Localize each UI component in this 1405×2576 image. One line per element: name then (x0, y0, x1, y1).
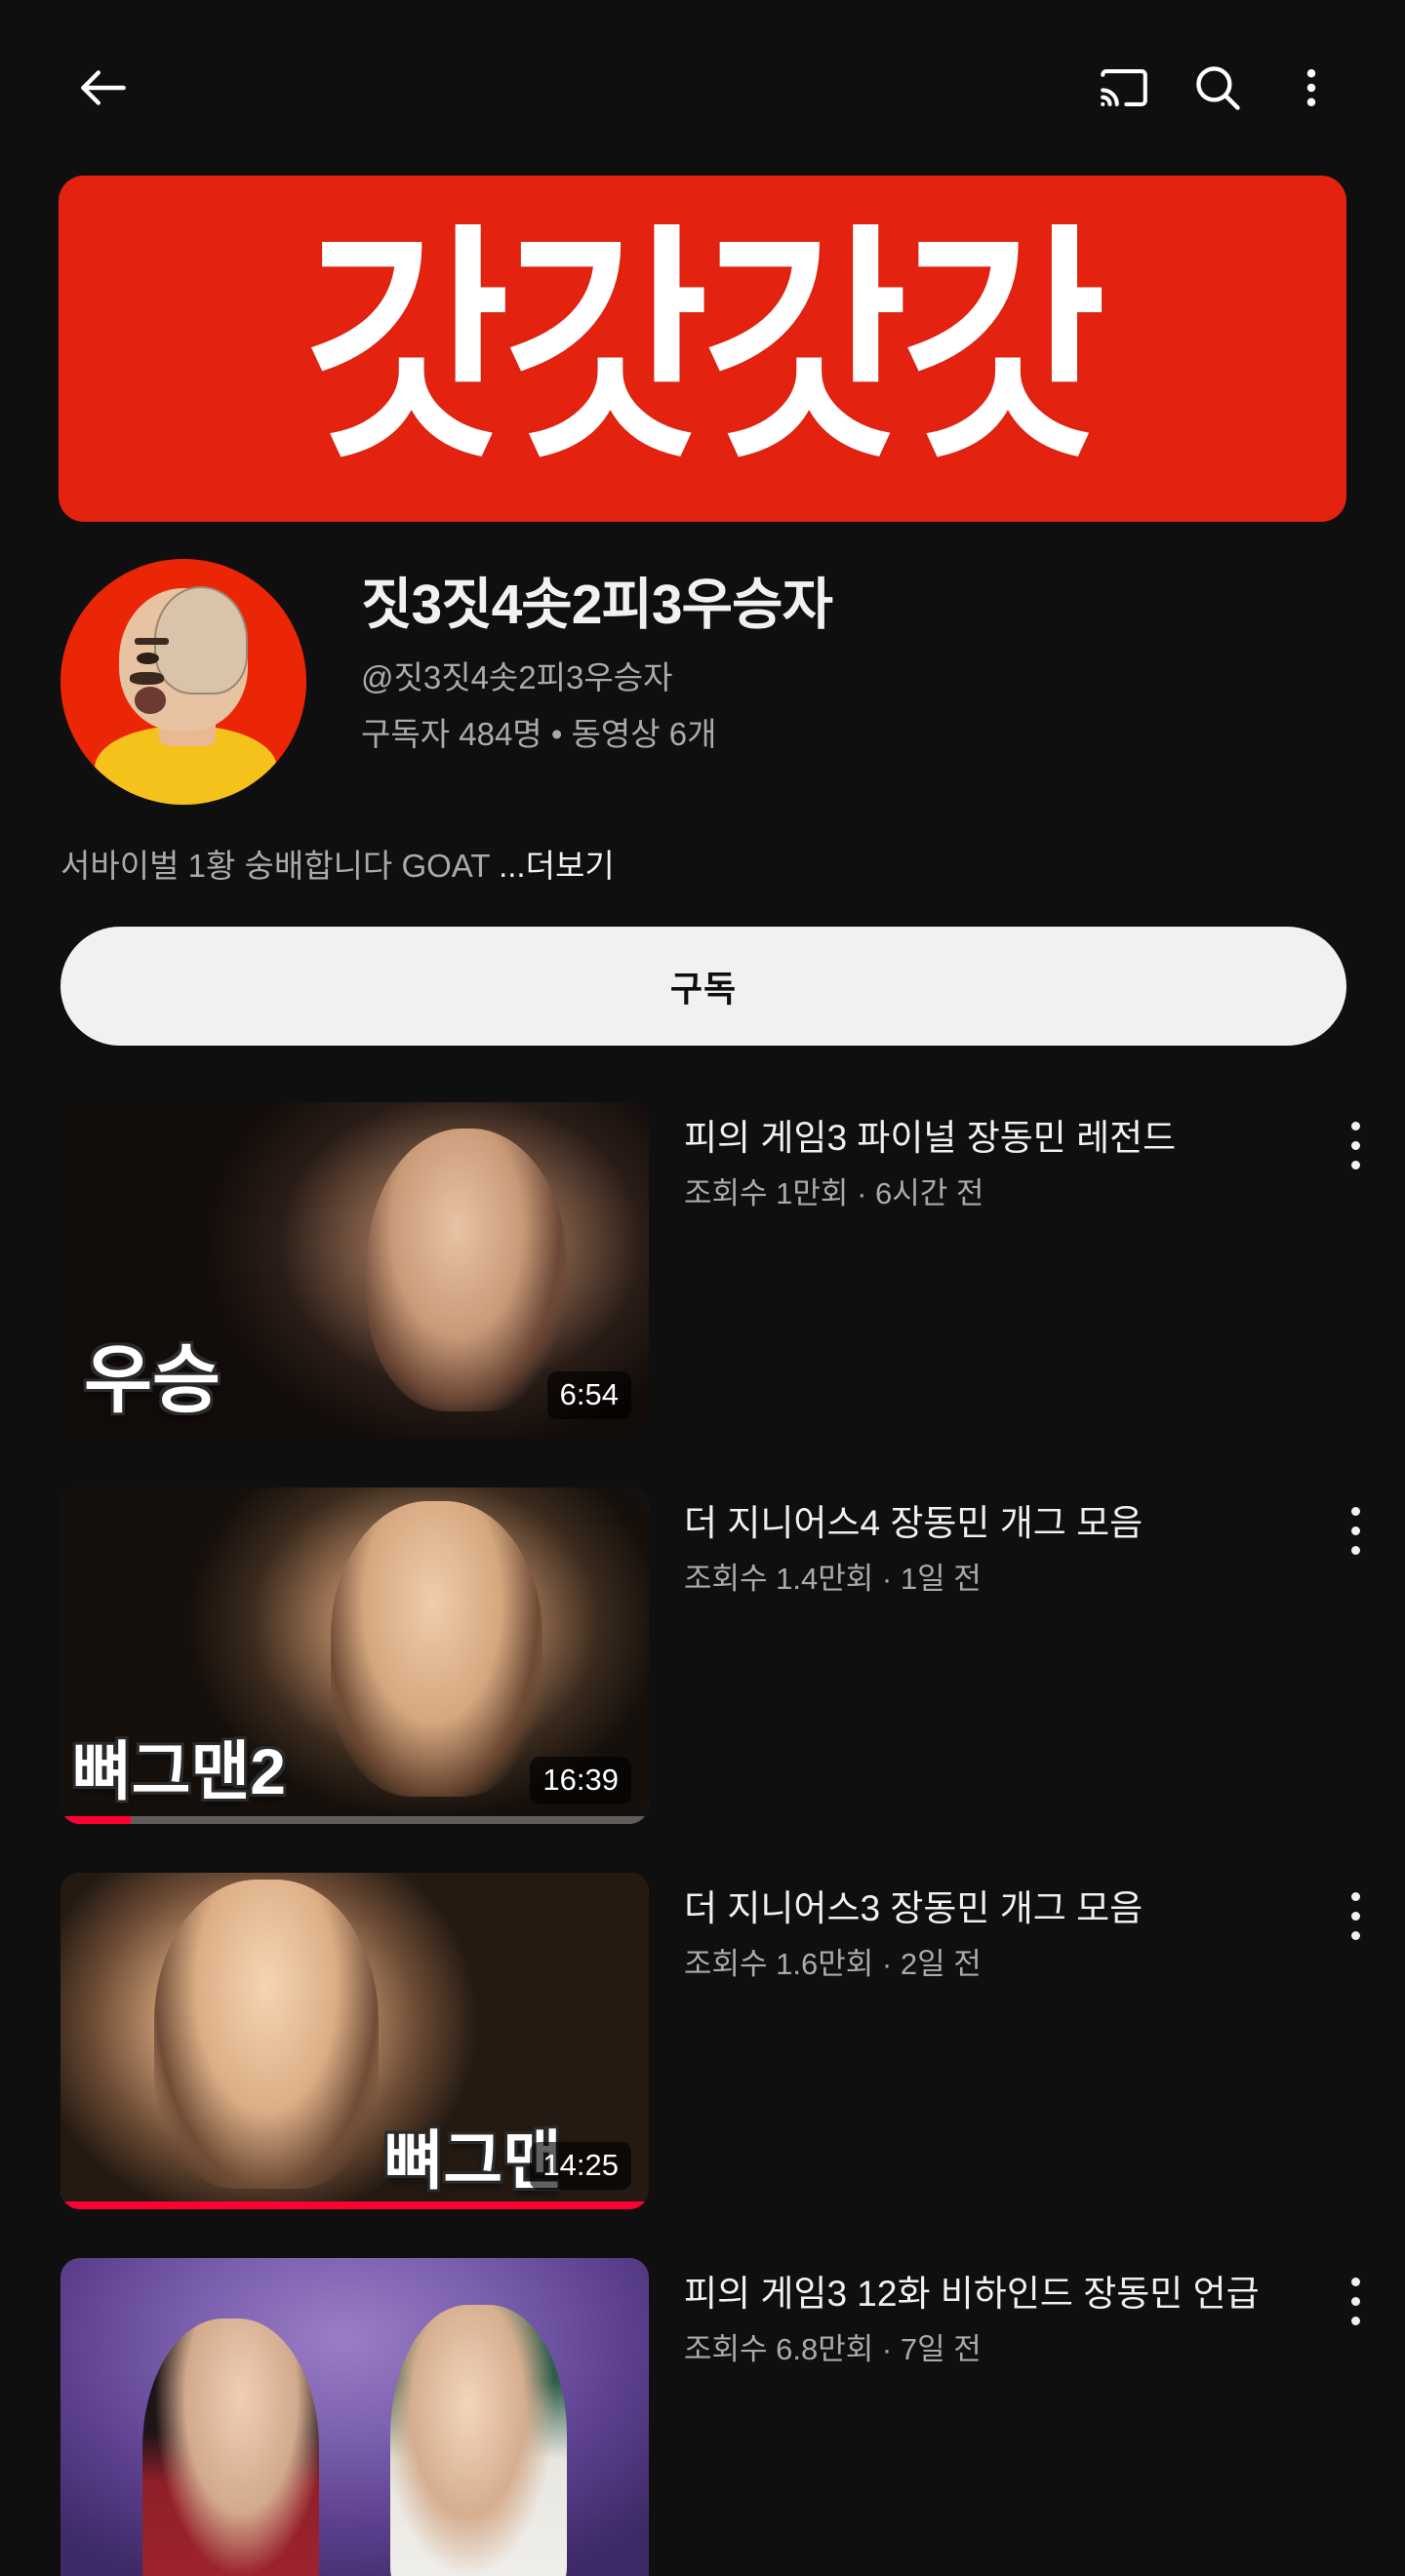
video-thumbnail[interactable]: 뼈그맨2 16:39 (60, 1486, 649, 1824)
video-title[interactable]: 피의 게임3 파이널 장동민 레전드 (684, 1114, 1405, 1163)
more-vertical-icon (1350, 1892, 1360, 1902)
watch-progress-fill (60, 2200, 649, 2209)
avatar[interactable] (60, 559, 306, 805)
more-vertical-icon (1350, 2278, 1360, 2287)
video-metadata: 조회수 1.6만회 · 2일 전 (684, 1947, 982, 1982)
watch-progress-fill (60, 1815, 132, 1824)
avatar-eyebrow (134, 637, 169, 646)
channel-description-row[interactable]: 서바이벌 1황 숭배합니다 GOAT ...더보기 (0, 805, 1405, 888)
back-arrow-icon (73, 58, 134, 118)
video-row[interactable]: 우승 6:54 피의 게임3 파이널 장동민 레전드 조회수 1만회 · 6시간… (0, 1101, 1405, 1439)
channel-title: 짓3짓4솟2피3우승자 (361, 574, 833, 636)
channel-banner[interactable]: 갓갓갓갓 (59, 176, 1346, 522)
watch-progress-track (60, 1815, 649, 1824)
top-app-bar (0, 0, 1405, 176)
channel-meta: 짓3짓4솟2피3우승자 @짓3짓4솟2피3우승자 구독자 484명 • 동영상 … (361, 559, 833, 753)
video-row[interactable]: 뼈그맨 14:25 더 지니어스3 장동민 개그 모음 조회수 1.6만회 · … (0, 1872, 1405, 2209)
video-metadata: 조회수 1만회 · 6시간 전 (684, 1176, 984, 1211)
video-metadata: 조회수 1.4만회 · 1일 전 (684, 1562, 982, 1597)
video-title[interactable]: 피의 게임3 12화 비하인드 장동민 언급 (684, 2270, 1405, 2318)
avatar-eye (137, 652, 159, 665)
more-vertical-icon (1350, 1912, 1360, 1922)
channel-handle[interactable]: @짓3짓4솟2피3우승자 (361, 658, 832, 697)
video-overflow-menu-button[interactable] (1323, 1879, 1387, 1955)
search-button[interactable] (1171, 41, 1264, 135)
more-vertical-icon (1350, 1526, 1360, 1536)
video-thumbnail[interactable]: 뼈그맨 14:25 (60, 1872, 649, 2209)
subscribe-row: 구독 (0, 888, 1405, 1046)
video-title[interactable]: 더 지니어스4 장동민 개그 모음 (684, 1499, 1405, 1548)
video-duration-badge: 16:39 (530, 1757, 631, 1804)
video-info: 피의 게임3 파이널 장동민 레전드 조회수 1만회 · 6시간 전 (649, 1102, 1405, 1213)
video-row[interactable]: 뼈그맨2 16:39 더 지니어스4 장동민 개그 모음 조회수 1.4만회 ·… (0, 1486, 1405, 1824)
video-title[interactable]: 더 지니어스3 장동민 개그 모음 (684, 1884, 1405, 1933)
video-overflow-menu-button[interactable] (1323, 1493, 1387, 1569)
video-info: 더 지니어스4 장동민 개그 모음 조회수 1.4만회 · 1일 전 (649, 1487, 1405, 1599)
channel-header: 짓3짓4솟2피3우승자 @짓3짓4솟2피3우승자 구독자 484명 • 동영상 … (0, 522, 1405, 805)
cast-icon (1096, 59, 1152, 116)
video-thumbnail[interactable]: 우승 6:54 (60, 1101, 649, 1439)
cast-button[interactable] (1077, 41, 1171, 135)
video-list: 우승 6:54 피의 게임3 파이널 장동민 레전드 조회수 1만회 · 6시간… (0, 1046, 1405, 2576)
back-button[interactable] (57, 41, 150, 135)
thumbnail-person-left (142, 2318, 320, 2576)
channel-description-text: 서바이벌 1황 숭배합니다 GOAT (60, 848, 500, 884)
video-metadata: 조회수 6.8만회 · 7일 전 (684, 2332, 982, 2367)
channel-banner-text: 갓갓갓갓 (304, 210, 1105, 488)
more-vertical-icon (1350, 1141, 1360, 1151)
more-vertical-icon (1350, 1122, 1360, 1131)
thumbnail-image (60, 2257, 649, 2576)
video-row[interactable]: 피의 게임3 12화 비하인드 장동민 언급 조회수 6.8만회 · 7일 전 (0, 2257, 1405, 2576)
more-vertical-icon (1286, 62, 1337, 113)
video-overflow-menu-button[interactable] (1323, 2264, 1387, 2340)
subscribe-button-label: 구독 (669, 968, 738, 1009)
subscribe-button[interactable]: 구독 (60, 926, 1346, 1046)
avatar-mouth (134, 687, 167, 714)
channel-stats: 구독자 484명 • 동영상 6개 (361, 715, 717, 752)
more-vertical-icon (1350, 1546, 1360, 1556)
video-info: 더 지니어스3 장동민 개그 모음 조회수 1.6만회 · 2일 전 (649, 1873, 1405, 1984)
channel-banner-wrap: 갓갓갓갓 (0, 176, 1405, 522)
more-vertical-icon (1350, 2297, 1360, 2307)
video-info: 피의 게임3 12화 비하인드 장동민 언급 조회수 6.8만회 · 7일 전 (649, 2258, 1405, 2369)
thumbnail-overlay-text: 뼈그맨2 (72, 1735, 286, 1808)
video-duration-badge: 14:25 (530, 2142, 631, 2190)
channel-description-more-link[interactable]: ...더보기 (499, 848, 615, 884)
thumbnail-overlay-text: 우승 (84, 1339, 221, 1423)
search-icon (1189, 59, 1246, 116)
more-vertical-icon (1350, 2317, 1360, 2326)
overflow-menu-button[interactable] (1264, 41, 1358, 135)
more-vertical-icon (1350, 1931, 1360, 1941)
video-thumbnail[interactable] (60, 2257, 649, 2576)
thumbnail-person-right (389, 2305, 567, 2576)
video-overflow-menu-button[interactable] (1323, 1108, 1387, 1184)
avatar-mustache (129, 671, 164, 685)
video-duration-badge: 6:54 (546, 1371, 631, 1419)
watch-progress-track (60, 2200, 649, 2209)
more-vertical-icon (1350, 1507, 1360, 1517)
more-vertical-icon (1350, 1161, 1360, 1170)
